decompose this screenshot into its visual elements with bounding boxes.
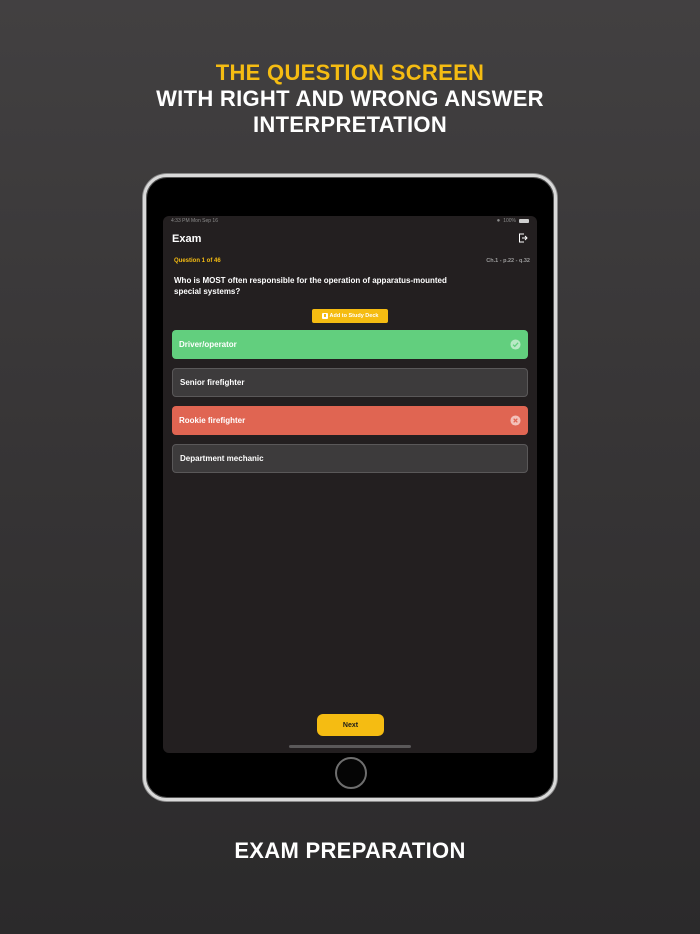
bookmark-icon	[321, 313, 328, 319]
x-circle-icon	[510, 415, 521, 426]
status-bar: 4:33 PM Mon Sep 16 ● 100%	[163, 216, 537, 226]
check-circle-icon	[510, 339, 521, 350]
question-counter: Question 1 of 46	[174, 258, 221, 264]
answer-label: Driver/operator	[179, 340, 237, 349]
answer-label: Rookie firefighter	[179, 416, 246, 425]
add-to-study-deck-button[interactable]: Add to Study Deck	[312, 309, 388, 323]
answer-option[interactable]: Senior firefighter	[172, 368, 528, 397]
headline-line-1: THE QUESTION SCREEN	[215, 60, 485, 85]
home-button[interactable]	[335, 757, 367, 789]
answer-label: Senior firefighter	[180, 378, 245, 387]
question-reference: Ch.1 - p.22 - q.32	[486, 258, 530, 264]
add-to-study-deck-label: Add to Study Deck	[329, 313, 379, 319]
home-indicator	[289, 745, 411, 748]
answer-option-wrong[interactable]: Rookie firefighter	[172, 406, 528, 435]
app-screen: 4:33 PM Mon Sep 16 ● 100% Exam Question …	[163, 216, 537, 753]
headline-line-3: INTERPRETATION	[252, 112, 448, 137]
battery-percent: 100%	[503, 218, 516, 224]
headline-line-2: WITH RIGHT AND WRONG ANSWER	[156, 86, 544, 111]
footer-caption: EXAM PREPARATION	[234, 838, 466, 863]
tablet-device: 4:33 PM Mon Sep 16 ● 100% Exam Question …	[143, 174, 557, 801]
exit-icon[interactable]	[518, 233, 528, 243]
battery-icon	[519, 219, 529, 223]
answer-label: Department mechanic	[180, 454, 264, 463]
answer-option[interactable]: Department mechanic	[172, 444, 528, 473]
status-time: 4:33 PM Mon Sep 16	[171, 218, 218, 224]
wifi-icon: ●	[496, 218, 501, 224]
question-text: Who is MOST often responsible for the op…	[174, 276, 447, 296]
answer-option-correct[interactable]: Driver/operator	[172, 330, 528, 359]
next-button[interactable]: Next	[317, 714, 384, 736]
page-title: Exam	[172, 233, 202, 245]
headline: THE QUESTION SCREEN WITH RIGHT AND WRONG…	[0, 60, 700, 138]
